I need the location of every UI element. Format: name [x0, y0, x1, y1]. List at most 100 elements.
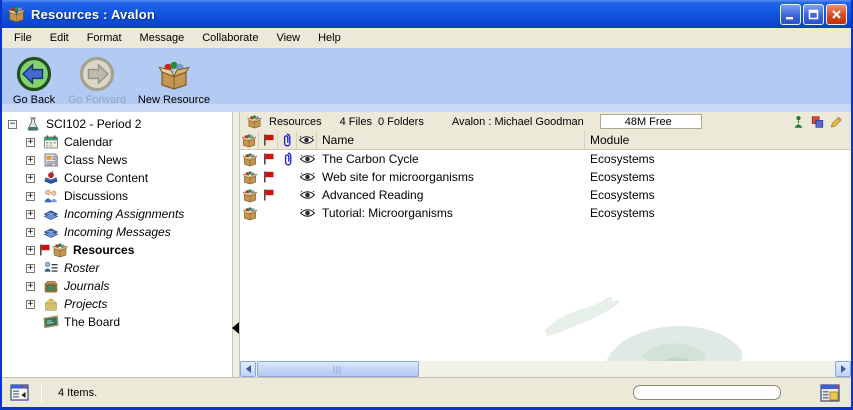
file-name: Tutorial: Microorganisms: [317, 204, 585, 222]
tree-expand-box[interactable]: +: [26, 228, 35, 237]
file-name: Advanced Reading: [317, 186, 585, 204]
box-column-icon[interactable]: [241, 133, 257, 148]
menu-format[interactable]: Format: [78, 30, 131, 47]
tree-expand-box[interactable]: +: [26, 264, 35, 273]
tree-item-course-content[interactable]: + Course Content: [2, 169, 232, 187]
menu-help[interactable]: Help: [309, 30, 350, 47]
resources-pane: Resources 4 Files 0 Folders Avalon : Mic…: [240, 112, 851, 377]
flag-icon: [263, 171, 274, 183]
files-count: 4 Files: [340, 116, 372, 128]
pencil-icon[interactable]: [830, 115, 843, 129]
menu-view[interactable]: View: [267, 30, 309, 47]
tree-item-incoming-assignments[interactable]: + Incoming Assignments: [2, 205, 232, 223]
items-count: 4 Items.: [58, 387, 97, 399]
new-resource-button[interactable]: New Resource: [132, 56, 216, 106]
journals-icon: [43, 278, 59, 294]
flag-icon: [39, 244, 50, 256]
file-row-web-site[interactable]: Web site for microorganisms Ecosystems: [240, 168, 851, 186]
file-row-tutorial[interactable]: Tutorial: Microorganisms Ecosystems: [240, 204, 851, 222]
roster-icon: [43, 260, 59, 276]
menubar: File Edit Format Message Collaborate Vie…: [2, 28, 851, 48]
tree-item-incoming-messages[interactable]: + Incoming Messages: [2, 223, 232, 241]
menu-file[interactable]: File: [5, 30, 41, 47]
file-module: Ecosystems: [585, 150, 851, 168]
menu-message[interactable]: Message: [131, 30, 194, 47]
toolbar: Go Back Go Forward New Resource: [2, 48, 851, 112]
box-icon: [242, 152, 258, 167]
course-tree: − SCI102 - Period 2 + Calendar + Class N…: [2, 112, 232, 377]
tree-item-discussions[interactable]: + Discussions: [2, 187, 232, 205]
close-button[interactable]: [826, 4, 847, 25]
tree-item-resources[interactable]: + Resources: [2, 241, 232, 259]
file-row-carbon-cycle[interactable]: The Carbon Cycle Ecosystems: [240, 150, 851, 168]
go-forward-icon: [79, 56, 115, 92]
tree-collapse-box[interactable]: −: [8, 120, 17, 129]
eye-icon[interactable]: [300, 172, 315, 182]
go-forward-button[interactable]: Go Forward: [62, 56, 132, 106]
tree-item-class-news[interactable]: + Class News: [2, 151, 232, 169]
module-column-header[interactable]: Module: [585, 131, 851, 149]
titlebar[interactable]: Resources : Avalon: [2, 0, 851, 28]
account-label: Avalon : Michael Goodman: [452, 116, 584, 128]
horizontal-scrollbar[interactable]: [240, 361, 851, 377]
tree-item-journals[interactable]: + Journals: [2, 277, 232, 295]
tree-item-the-board[interactable]: The Board: [2, 313, 232, 331]
file-module: Ecosystems: [585, 168, 851, 186]
file-name: Web site for microorganisms: [317, 168, 585, 186]
scroll-right-button[interactable]: [835, 361, 851, 377]
tree-expand-box[interactable]: +: [26, 138, 35, 147]
eye-icon[interactable]: [300, 154, 315, 164]
window-title: Resources : Avalon: [31, 7, 155, 22]
folders-count: 0 Folders: [378, 116, 424, 128]
tree-expand-box[interactable]: +: [26, 300, 35, 309]
flask-icon: [25, 116, 41, 132]
eye-icon[interactable]: [300, 208, 315, 218]
person-icon[interactable]: [792, 115, 805, 129]
calendar-icon: [43, 134, 59, 150]
tree-expand-box[interactable]: +: [26, 246, 35, 255]
maximize-button[interactable]: [803, 4, 824, 25]
minimize-button[interactable]: [780, 4, 801, 25]
flag-icon: [263, 153, 274, 165]
tree-item-roster[interactable]: + Roster: [2, 259, 232, 277]
tree-item-projects[interactable]: + Projects: [2, 295, 232, 313]
scrollbar-thumb[interactable]: [257, 361, 419, 377]
paperclip-icon: [283, 152, 293, 166]
eye-column-icon[interactable]: [299, 135, 314, 145]
tree-expand-box[interactable]: +: [26, 210, 35, 219]
panel-toggle-icon[interactable]: [10, 383, 29, 402]
tree-item-calendar[interactable]: + Calendar: [2, 133, 232, 151]
menu-edit[interactable]: Edit: [41, 30, 78, 47]
file-list: The Carbon Cycle Ecosystems Web site for…: [240, 150, 851, 222]
progress-indicator-box: [633, 385, 781, 400]
scroll-left-button[interactable]: [240, 361, 256, 377]
tree-expand-box[interactable]: +: [26, 192, 35, 201]
flag-column-icon[interactable]: [263, 134, 274, 146]
tree-expand-box[interactable]: +: [26, 282, 35, 291]
tree-expand-box[interactable]: +: [26, 156, 35, 165]
flag-icon: [263, 189, 274, 201]
paperclip-column-icon[interactable]: [282, 133, 292, 147]
layout-toggle-icon[interactable]: [819, 382, 841, 404]
box-icon: [242, 170, 258, 185]
layers-icon[interactable]: [811, 115, 824, 129]
file-row-advanced-reading[interactable]: Advanced Reading Ecosystems: [240, 186, 851, 204]
resources-box-icon: [52, 242, 68, 258]
new-resource-box-icon: [157, 59, 191, 91]
tree-expand-box[interactable]: +: [26, 174, 35, 183]
app-window: Resources : Avalon File Edit Format Mess…: [0, 0, 853, 410]
statusbar-divider: [41, 383, 42, 403]
menu-collaborate[interactable]: Collaborate: [193, 30, 267, 47]
name-column-header[interactable]: Name: [317, 131, 585, 149]
watermark-island-graphic: [545, 278, 775, 374]
pane-title: Resources: [269, 116, 322, 128]
collapse-arrow-icon[interactable]: [232, 322, 239, 334]
go-back-button[interactable]: Go Back: [6, 56, 62, 106]
incoming-messages-icon: [43, 224, 59, 240]
tree-item-sci102[interactable]: − SCI102 - Period 2: [2, 115, 232, 133]
pane-splitter[interactable]: [232, 112, 240, 377]
free-space-value: 48M Free: [625, 116, 672, 128]
box-icon: [246, 114, 263, 129]
eye-icon[interactable]: [300, 190, 315, 200]
incoming-assignments-icon: [43, 206, 59, 222]
